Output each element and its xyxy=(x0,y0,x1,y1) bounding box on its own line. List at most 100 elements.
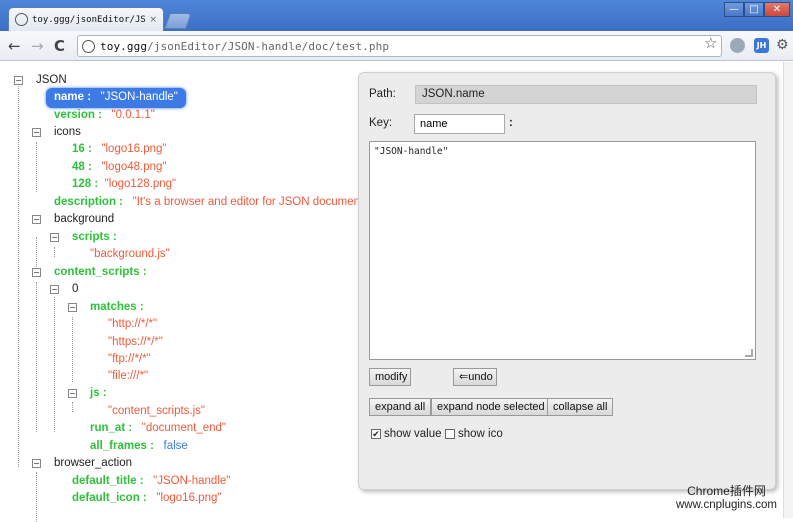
expand-all-button[interactable]: expand all xyxy=(369,398,432,416)
tree-node-icon48[interactable]: 48 : "logo48.png" xyxy=(72,159,167,177)
address-bar[interactable]: toy.ggg/jsonEditor/JSON-handle/doc/test.… xyxy=(77,35,722,57)
collapse-toggle[interactable]: − xyxy=(14,76,23,85)
globe-icon xyxy=(15,13,28,26)
maximize-button[interactable]: □ xyxy=(744,2,764,17)
tree-node-name-selected[interactable]: name : "JSON-handle" xyxy=(46,88,186,108)
node-value: "It's a browser and editor for JSON docu… xyxy=(132,196,367,208)
node-value: false xyxy=(163,440,188,452)
node-key: all_frames : xyxy=(90,440,154,452)
tree-node-all-frames[interactable]: all_frames : false xyxy=(90,438,188,456)
back-arrow-icon[interactable]: ← xyxy=(8,37,21,55)
collapse-all-button[interactable]: collapse all xyxy=(547,398,614,416)
jsonhandle-extension-icon[interactable]: JH xyxy=(754,38,769,53)
tree-node-default-icon[interactable]: default_icon : "logo16.png" xyxy=(72,490,221,508)
value-text: "JSON-handle" xyxy=(374,146,449,157)
forward-arrow-icon[interactable]: → xyxy=(31,37,44,55)
wrench-menu-icon[interactable]: ⚙ xyxy=(776,37,789,53)
collapse-toggle[interactable]: − xyxy=(32,128,41,137)
key-input[interactable] xyxy=(414,114,505,134)
url-text: toy.ggg/jsonEditor/JSON-handle/doc/test.… xyxy=(100,40,389,53)
editor-panel: Path: JSON.name Key: : "JSON-handle" mod… xyxy=(358,72,776,490)
tree-root[interactable]: JSON xyxy=(36,72,67,90)
show-value-checkbox[interactable]: ✔ show value xyxy=(371,428,442,440)
page-info-icon[interactable] xyxy=(82,39,95,53)
node-key: description : xyxy=(54,196,124,208)
tree-node-index-0[interactable]: 0 xyxy=(72,281,78,299)
node-value: "0.0.1.1" xyxy=(111,109,155,121)
node-value: "logo16.png" xyxy=(156,492,222,504)
show-value-label: show value xyxy=(384,428,442,440)
browser-toolbar: ← → C toy.ggg/jsonEditor/JSON-handle/doc… xyxy=(0,31,793,61)
node-value: "logo48.png" xyxy=(101,161,167,173)
expand-node-selected-button[interactable]: expand node selected xyxy=(431,398,551,416)
extension-icon[interactable] xyxy=(730,38,745,53)
node-value: "logo128.png" xyxy=(104,178,177,190)
node-value: "JSON-handle" xyxy=(100,91,178,103)
node-key: run_at : xyxy=(90,422,133,434)
tree-node-browser-action[interactable]: browser_action xyxy=(54,455,132,473)
modify-button[interactable]: modify xyxy=(369,368,411,386)
checkbox-box[interactable] xyxy=(445,429,455,439)
collapse-toggle[interactable]: − xyxy=(50,285,59,294)
tree-node-icons[interactable]: icons xyxy=(54,124,81,142)
key-label: Key: xyxy=(369,117,393,129)
node-key: 48 : xyxy=(72,161,92,173)
value-textarea[interactable]: "JSON-handle" xyxy=(369,141,756,360)
tree-node-icon16[interactable]: 16 : "logo16.png" xyxy=(72,141,167,159)
tab-title: toy.ggg/jsonEditor/JSON- xyxy=(32,14,146,25)
node-value: "logo16.png" xyxy=(101,143,167,155)
bookmark-star-icon[interactable]: ☆ xyxy=(704,34,717,52)
tree-node-content-scripts-js[interactable]: "content_scripts.js" xyxy=(108,403,205,421)
tab-jsoneditor[interactable]: toy.ggg/jsonEditor/JSON- × xyxy=(8,7,164,31)
title-bar: toy.ggg/jsonEditor/JSON- × — □ ✕ xyxy=(0,0,793,31)
node-key: default_icon : xyxy=(72,492,147,504)
tree-node-scripts[interactable]: scripts : xyxy=(72,229,117,247)
tree-node-background[interactable]: background xyxy=(54,211,114,229)
tree-node-match-http[interactable]: "http://*/*" xyxy=(108,316,157,334)
tree-node-content-scripts[interactable]: content_scripts : xyxy=(54,264,147,282)
reload-icon[interactable]: C xyxy=(54,37,65,55)
tree-node-version[interactable]: version : "0.0.1.1" xyxy=(54,107,155,125)
tree-node-match-file[interactable]: "file:///*" xyxy=(108,368,148,386)
tree-node-run-at[interactable]: run_at : "document_end" xyxy=(90,420,226,438)
url-host: toy.ggg xyxy=(100,39,148,53)
node-key: default_title : xyxy=(72,475,144,487)
tree-node-js[interactable]: js : xyxy=(90,385,107,403)
tree-node-icon128[interactable]: 128 : "logo128.png" xyxy=(72,176,176,194)
path-display: JSON.name xyxy=(415,85,757,104)
collapse-toggle[interactable]: − xyxy=(32,459,41,468)
node-value: "document_end" xyxy=(141,422,227,434)
node-value: "JSON-handle" xyxy=(153,475,231,487)
resize-grip-icon[interactable] xyxy=(745,349,753,357)
tree-node-background-js[interactable]: "background.js" xyxy=(90,246,170,264)
url-path: /jsonEditor/JSON-handle/doc/test.php xyxy=(147,39,390,53)
collapse-toggle[interactable]: − xyxy=(68,389,77,398)
minimize-button[interactable]: — xyxy=(724,2,744,17)
node-key: version : xyxy=(54,109,102,121)
tree-node-description[interactable]: description : "It's a browser and editor… xyxy=(54,194,366,212)
node-key: 16 : xyxy=(72,143,92,155)
tree-node-default-title[interactable]: default_title : "JSON-handle" xyxy=(72,473,230,491)
tab-close-icon[interactable]: × xyxy=(149,15,157,25)
checkbox-box[interactable]: ✔ xyxy=(371,429,381,439)
tree-node-matches[interactable]: matches : xyxy=(90,299,144,317)
tree-node-match-https[interactable]: "https://*/*" xyxy=(108,334,163,352)
watermark-line2: www.cnplugins.com xyxy=(676,499,777,511)
node-key: 128 : xyxy=(72,178,99,190)
collapse-toggle[interactable]: − xyxy=(50,233,59,242)
close-window-button[interactable]: ✕ xyxy=(764,2,790,17)
tree-node-match-ftp[interactable]: "ftp://*/*" xyxy=(108,351,151,369)
page-scrollbar[interactable] xyxy=(783,62,793,518)
show-ico-checkbox[interactable]: show ico xyxy=(445,428,503,440)
browser-window: toy.ggg/jsonEditor/JSON- × — □ ✕ ← → C t… xyxy=(0,0,793,522)
watermark-line1: Chrome插件网 xyxy=(687,484,766,498)
collapse-toggle[interactable]: − xyxy=(32,215,41,224)
new-tab-button[interactable] xyxy=(164,13,192,29)
undo-button[interactable]: ⇐undo xyxy=(453,368,497,386)
node-key: name : xyxy=(54,91,92,103)
collapse-toggle[interactable]: − xyxy=(32,268,41,277)
show-ico-label: show ico xyxy=(458,428,503,440)
key-colon: : xyxy=(509,117,513,129)
collapse-toggle[interactable]: − xyxy=(68,303,77,312)
path-label: Path: xyxy=(369,88,396,100)
